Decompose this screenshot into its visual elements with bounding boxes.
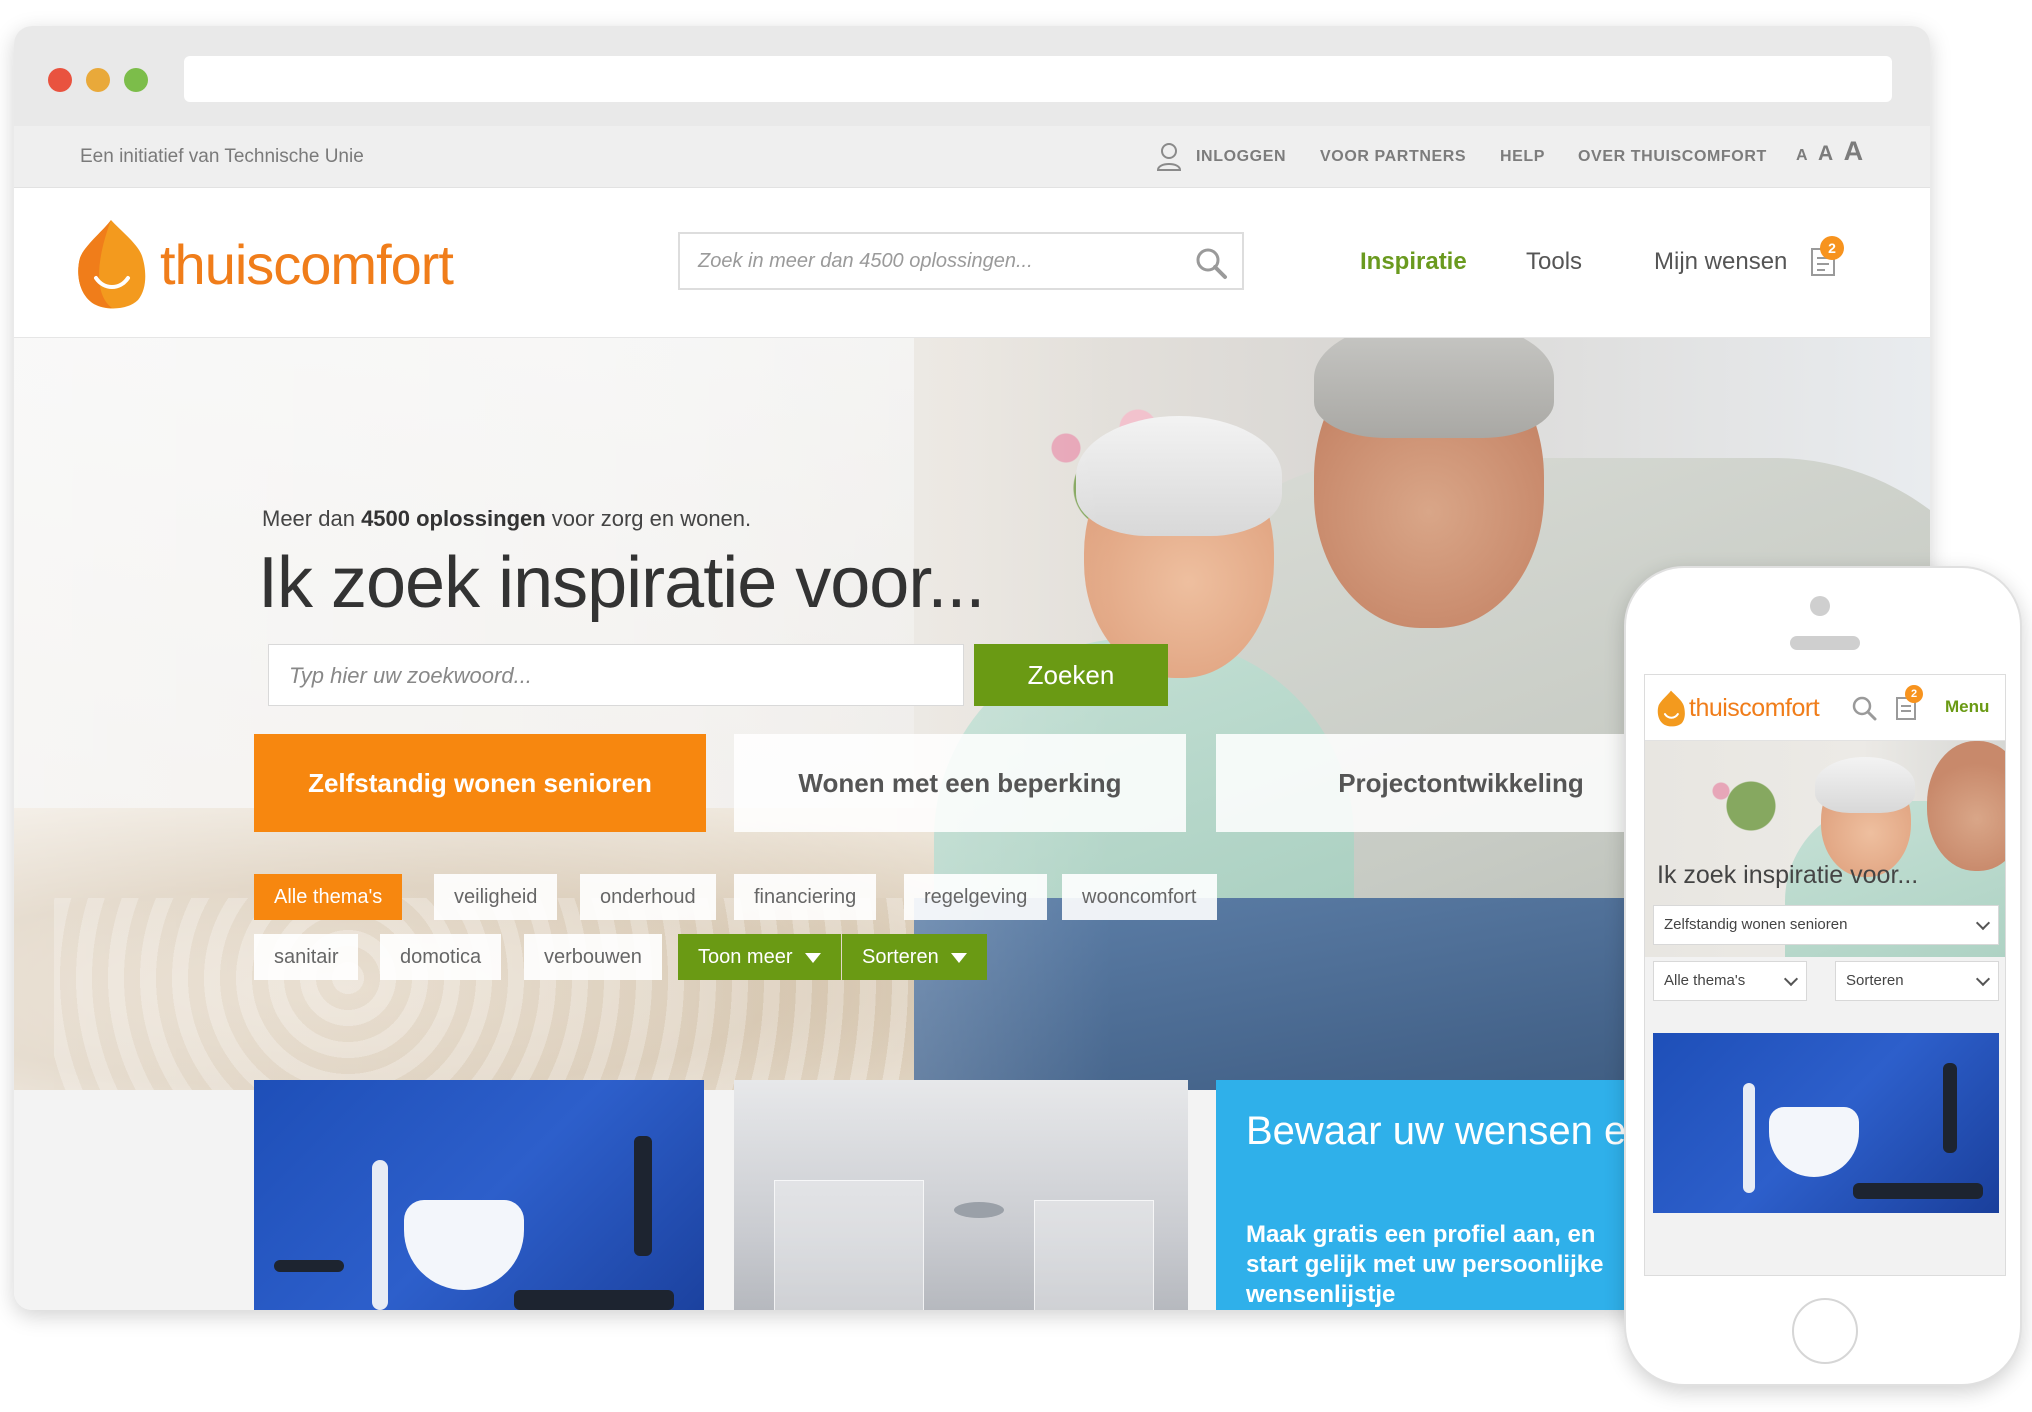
partners-link[interactable]: VOOR PARTNERS: [1320, 148, 1466, 166]
tag-veiligheid[interactable]: veiligheid: [434, 874, 558, 920]
logo-house-icon[interactable]: [74, 216, 148, 310]
font-size-medium[interactable]: A: [1818, 142, 1833, 166]
tag-onderhoud[interactable]: onderhoud: [580, 874, 716, 920]
nav-tools[interactable]: Tools: [1526, 248, 1582, 276]
header-search-placeholder: Zoek in meer dan 4500 oplossingen...: [698, 250, 1033, 272]
shelf-shape: [274, 1260, 344, 1272]
nav-mijn-wensen[interactable]: Mijn wensen: [1654, 248, 1787, 276]
tag-financiering[interactable]: financiering: [734, 874, 877, 920]
glass-panel-shape: [1034, 1200, 1154, 1310]
mobile-theme-select[interactable]: Alle thema's: [1653, 961, 1807, 1001]
mobile-category-select[interactable]: Zelfstandig wonen senioren: [1653, 905, 1999, 945]
mobile-sort-value: Sorteren: [1846, 972, 1904, 989]
mobile-theme-value: Alle thema's: [1664, 972, 1746, 989]
glass-panel-shape: [774, 1180, 924, 1310]
hero-photo-flowers: [1685, 751, 1805, 851]
grab-rail-shape: [372, 1160, 388, 1310]
shower-bar-shape: [1943, 1063, 1957, 1153]
sorteren-button[interactable]: Sorteren: [842, 934, 987, 980]
hero-photo-woman-hair: [1815, 757, 1915, 813]
user-icon[interactable]: [1156, 142, 1182, 172]
tag-domotica[interactable]: domotica: [380, 934, 502, 980]
nav-inspiratie[interactable]: Inspiratie: [1360, 248, 1467, 276]
window-close-dot[interactable]: [48, 68, 72, 92]
chevron-down-icon: [1783, 971, 1799, 987]
wishlist-count-badge: 2: [1820, 236, 1844, 260]
window-minimize-dot[interactable]: [86, 68, 110, 92]
tile-shower-cabin[interactable]: [734, 1080, 1188, 1310]
shower-seat-shape: [1769, 1107, 1859, 1177]
mobile-tile-bathroom-seat[interactable]: [1653, 1033, 1999, 1213]
wishlist-count-badge: 2: [1905, 685, 1923, 703]
shower-seat-shape: [404, 1200, 524, 1290]
tag-regelgeving[interactable]: regelgeving: [904, 874, 1048, 920]
mobile-phone-frame: thuiscomfort 2 Menu Ik zoek inspiratie v…: [1624, 566, 2022, 1386]
chevron-down-icon: [1975, 971, 1991, 987]
mobile-logo-wordmark[interactable]: thuiscomfort: [1689, 694, 1820, 723]
category-tab-beperking[interactable]: Wonen met een beperking: [734, 734, 1186, 832]
phone-speaker: [1790, 636, 1860, 650]
mobile-menu-button[interactable]: Menu: [1945, 697, 1989, 717]
tagline-highlight: 4500 oplossingen: [361, 506, 546, 531]
caret-down-icon: [950, 952, 967, 963]
login-link[interactable]: INLOGGEN: [1196, 148, 1286, 166]
toon-meer-button[interactable]: Toon meer: [678, 934, 841, 980]
help-link[interactable]: HELP: [1500, 148, 1545, 166]
hero-search-button[interactable]: Zoeken: [974, 644, 1168, 706]
address-bar[interactable]: [184, 56, 1892, 102]
tile-bathroom-seat[interactable]: [254, 1080, 704, 1310]
bench-shape: [514, 1290, 674, 1310]
logo-house-icon[interactable]: [1655, 689, 1687, 727]
mobile-category-value: Zelfstandig wonen senioren: [1664, 916, 1848, 933]
toon-meer-label: Toon meer: [698, 946, 793, 968]
hero-headline: Ik zoek inspiratie voor...: [258, 543, 985, 623]
category-tab-senioren[interactable]: Zelfstandig wonen senioren: [254, 734, 706, 832]
header-search-field[interactable]: Zoek in meer dan 4500 oplossingen...: [678, 232, 1244, 290]
phone-camera: [1810, 596, 1830, 616]
grab-rail-shape: [1743, 1083, 1755, 1193]
sorteren-label: Sorteren: [862, 946, 939, 968]
tagline-prefix: Meer dan: [262, 506, 362, 531]
window-maximize-dot[interactable]: [124, 68, 148, 92]
tagline-suffix: voor zorg en wonen.: [545, 506, 752, 531]
browser-chrome: [14, 26, 1930, 126]
chevron-down-icon: [1975, 915, 1991, 931]
search-icon[interactable]: [1851, 695, 1877, 721]
hero-search-input[interactable]: Typ hier uw zoekwoord...: [268, 644, 964, 706]
tag-wooncomfort[interactable]: wooncomfort: [1062, 874, 1217, 920]
phone-home-button[interactable]: [1792, 1298, 1858, 1364]
shower-bar-shape: [634, 1136, 652, 1256]
hero-search-placeholder: Typ hier uw zoekwoord...: [289, 663, 532, 688]
hero-tagline: Meer dan 4500 oplossingen voor zorg en w…: [262, 506, 751, 532]
logo-wordmark[interactable]: thuiscomfort: [160, 232, 454, 297]
mobile-header: thuiscomfort 2 Menu: [1645, 675, 2005, 741]
tag-sanitair[interactable]: sanitair: [254, 934, 359, 980]
promo-body: Maak gratis een profiel aan, en start ge…: [1246, 1221, 1604, 1308]
caret-down-icon: [804, 952, 821, 963]
site-header: thuiscomfort Zoek in meer dan 4500 oplos…: [14, 188, 1930, 338]
tag-alle-themas[interactable]: Alle thema's: [254, 874, 403, 920]
mobile-sort-select[interactable]: Sorteren: [1835, 961, 1999, 1001]
font-size-switcher: A A A: [1796, 136, 1869, 167]
initiative-text: Een initiatief van Technische Unie: [80, 146, 364, 167]
search-icon[interactable]: [1194, 246, 1228, 280]
font-size-large[interactable]: A: [1844, 136, 1864, 167]
tag-verbouwen[interactable]: verbouwen: [524, 934, 662, 980]
hero-photo-man-hair: [1314, 338, 1554, 438]
utility-bar: Een initiatief van Technische Unie INLOG…: [14, 126, 1930, 188]
shower-head-shape: [954, 1202, 1004, 1218]
bench-shape: [1853, 1183, 1983, 1199]
mobile-screen: thuiscomfort 2 Menu Ik zoek inspiratie v…: [1644, 674, 2006, 1276]
mobile-headline: Ik zoek inspiratie voor...: [1657, 861, 1919, 889]
about-link[interactable]: OVER THUISCOMFORT: [1578, 148, 1767, 166]
font-size-small[interactable]: A: [1796, 147, 1808, 165]
